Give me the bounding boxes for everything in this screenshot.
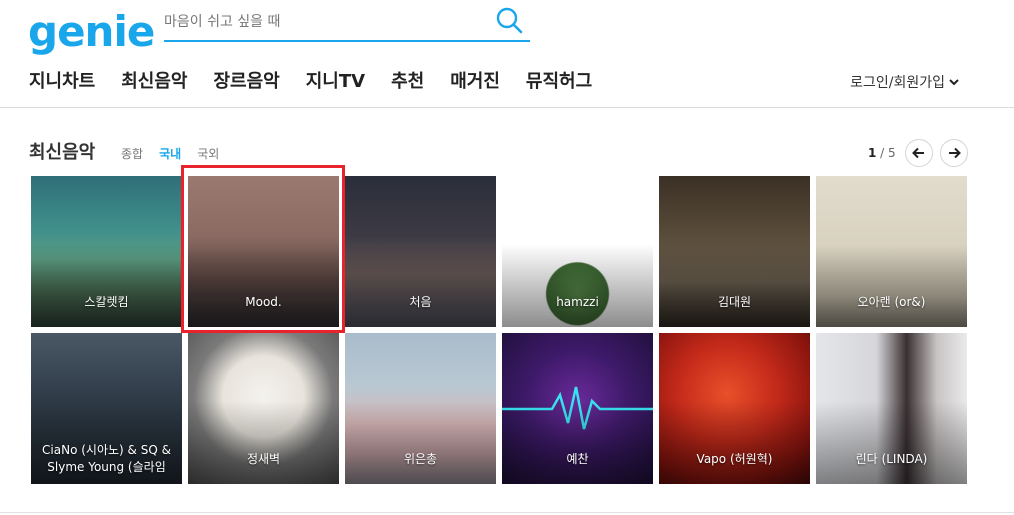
- search-icon[interactable]: [494, 6, 524, 36]
- section-tabs: 종합 국내 국외: [121, 145, 219, 162]
- album-card[interactable]: 예찬: [502, 333, 653, 484]
- login-label: 로그인/회원가입: [850, 75, 945, 91]
- next-page-button[interactable]: [940, 139, 968, 167]
- nav-music-hug[interactable]: 뮤직허그: [526, 68, 592, 96]
- artist-name: 처음: [409, 295, 432, 309]
- tab-domestic[interactable]: 국내: [159, 145, 181, 162]
- artist-name: hamzzi: [556, 295, 599, 309]
- header-divider: [0, 107, 1014, 108]
- artist-name: 스칼렛킴: [84, 295, 129, 309]
- genie-logo[interactable]: genie: [28, 8, 155, 56]
- album-card[interactable]: Mood.: [188, 176, 339, 327]
- main-nav: 지니차트 최신음악 장르음악 지니TV 추천 매거진 뮤직허그: [29, 68, 618, 96]
- nav-latest-music[interactable]: 최신음악: [121, 68, 187, 96]
- album-card[interactable]: 김대원: [659, 176, 810, 327]
- album-card[interactable]: 정새벽: [188, 333, 339, 484]
- album-card[interactable]: hamzzi: [502, 176, 653, 327]
- album-card[interactable]: Vapo (허원혁): [659, 333, 810, 484]
- tab-all[interactable]: 종합: [121, 145, 143, 162]
- nav-genre-music[interactable]: 장르음악: [214, 68, 280, 96]
- nav-magazine[interactable]: 매거진: [450, 68, 500, 96]
- artist-name: 김대원: [717, 295, 752, 309]
- search-input[interactable]: [164, 8, 484, 36]
- album-card[interactable]: CiaNo (시아노) & SQ & Slyme Young (슬라임: [31, 333, 182, 484]
- nav-genie-chart[interactable]: 지니차트: [29, 68, 95, 96]
- section-title: 최신음악: [29, 142, 96, 163]
- artist-name: 정새벽: [246, 452, 281, 466]
- arrow-right-icon: [949, 147, 961, 159]
- album-card[interactable]: 린다 (LINDA): [816, 333, 967, 484]
- page-total: 5: [888, 146, 896, 160]
- login-signup-link[interactable]: 로그인/회원가입: [850, 72, 960, 92]
- artist-name: CiaNo (시아노) & SQ & Slyme Young (슬라임: [42, 443, 171, 474]
- nav-genie-tv[interactable]: 지니TV: [306, 68, 365, 96]
- artist-name: 예찬: [566, 452, 589, 466]
- prev-page-button[interactable]: [905, 139, 933, 167]
- artist-name: 오아랜 (or&): [857, 295, 926, 309]
- search-bar: [164, 6, 530, 42]
- page-indicator: 1 / 5: [868, 146, 896, 160]
- artist-name: 린다 (LINDA): [855, 452, 928, 466]
- nav-recommend[interactable]: 추천: [391, 68, 424, 96]
- album-card[interactable]: 스칼렛킴: [31, 176, 182, 327]
- arrow-left-icon: [912, 147, 924, 159]
- artist-name: Mood.: [245, 295, 282, 309]
- chevron-down-icon: [949, 79, 959, 86]
- artist-name: 위은총: [403, 452, 438, 466]
- tab-international[interactable]: 국외: [197, 145, 219, 162]
- album-card[interactable]: 오아랜 (or&): [816, 176, 967, 327]
- artist-name: Vapo (허원혁): [696, 452, 773, 466]
- footer-divider: [0, 512, 1014, 513]
- album-card[interactable]: 처음: [345, 176, 496, 327]
- album-card[interactable]: 위은총: [345, 333, 496, 484]
- page-separator: /: [876, 146, 889, 160]
